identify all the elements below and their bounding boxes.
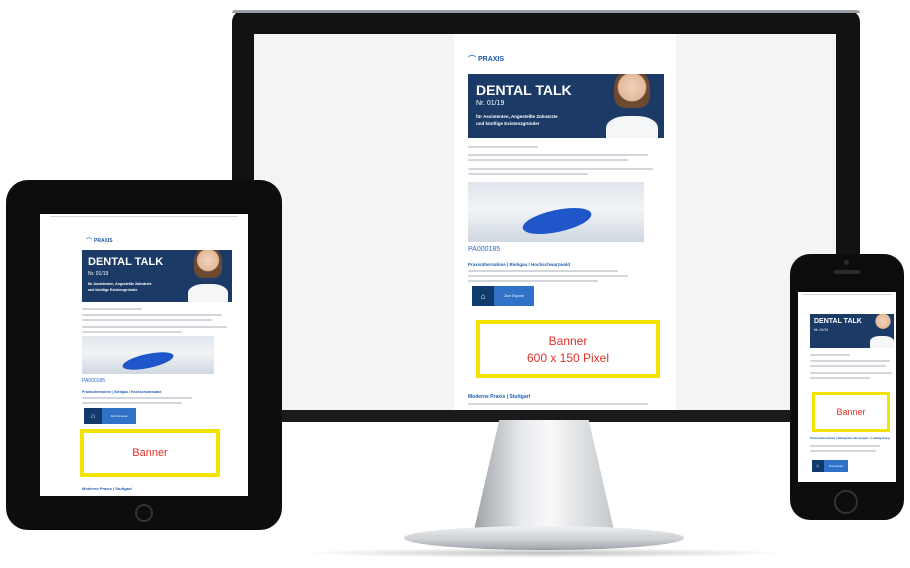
home-icon: ⌂ (84, 408, 102, 424)
monitor-banner-label: Banner (548, 333, 588, 348)
monitor-person-face (614, 74, 650, 118)
monitor-text-line (468, 403, 648, 405)
monitor-logo-text: PRAXIS (478, 56, 505, 63)
monitor-stand-base (404, 526, 684, 550)
tablet-banner[interactable]: Banner (80, 429, 220, 477)
phone-banner-label: Banner (836, 407, 866, 417)
tablet-hero-issue: Nr. 01/19 (88, 271, 109, 277)
monitor-hero-title: DENTAL TALK (476, 82, 572, 98)
tablet-hero: DENTAL TALK Nr. 01/19 für Assistenten, A… (82, 250, 232, 302)
phone-text-line (810, 377, 870, 379)
monitor-person-body (606, 116, 658, 138)
tablet-text-line (82, 319, 212, 321)
monitor-hero-tagline-2: und künftige Existenzgründer (476, 121, 540, 126)
monitor: ⌒ PRAXIS DENTAL TALK Nr. 01/19 für Assis… (232, 10, 860, 422)
tablet: ⌒ PRAXIS DENTAL TALK Nr. 01/19 für Assis… (6, 180, 282, 530)
phone-screen: DENTAL TALK Nr. 01/19 Banner Praxisübern… (798, 292, 896, 482)
home-icon: ⌂ (812, 460, 824, 472)
phone-hero: DENTAL TALK Nr. 01/19 (810, 314, 894, 348)
tablet-home-button[interactable] (135, 504, 153, 522)
tablet-text-line (82, 402, 182, 404)
phone-text-line (810, 450, 876, 452)
tablet-chair (121, 348, 175, 374)
monitor-text-line (468, 168, 653, 170)
monitor-hero-tagline-1: für Assistenten, Angestellte Zahnärzte (476, 114, 558, 119)
tablet-dental-photo (82, 336, 214, 374)
monitor-expose-button[interactable]: ⌂ Zum Exposé (472, 286, 534, 306)
tablet-listing-id[interactable]: PA000185 (82, 378, 105, 384)
monitor-hero: DENTAL TALK Nr. 01/19 für Assistenten, A… (468, 74, 664, 138)
phone-top-line (802, 294, 892, 295)
monitor-newsletter: ⌒ PRAXIS DENTAL TALK Nr. 01/19 für Assis… (454, 34, 676, 414)
tablet-text-line (82, 308, 142, 310)
monitor-text-line (468, 173, 588, 175)
phone-hero-title: DENTAL TALK (814, 318, 862, 325)
monitor-text-line (468, 270, 618, 272)
phone-text-line (810, 365, 886, 367)
monitor-text-line (468, 146, 538, 148)
tablet-expose-button[interactable]: ⌂ Zum Exposé (84, 408, 136, 424)
monitor-listing-title[interactable]: Praxisübernahme | Bietigau / Hochschwarz… (468, 262, 570, 267)
tablet-hero-title: DENTAL TALK (88, 256, 164, 268)
monitor-text-line (468, 159, 628, 161)
monitor-banner-size: 600 x 150 Pixel (526, 350, 610, 365)
tablet-listing-title[interactable]: Praxisübernahme | Bietigau / Hochschwarz… (82, 390, 161, 394)
monitor-expose-label: Zum Exposé (494, 286, 534, 306)
monitor-logo: ⌒ PRAXIS (468, 54, 504, 65)
tooth-icon: ⌒ (468, 55, 476, 64)
monitor-chair (520, 202, 594, 240)
monitor-stand-neck (474, 420, 614, 530)
tablet-person-face (194, 250, 222, 284)
phone-text-line (810, 445, 880, 447)
phone-speaker (834, 270, 860, 274)
monitor-listing-id[interactable]: PA000185 (468, 246, 500, 253)
tablet-next-title[interactable]: Moderne Praxis | Stuttgart (82, 486, 132, 491)
tablet-text-line (82, 331, 182, 333)
monitor-text-line (468, 280, 598, 282)
phone-hero-issue: Nr. 01/19 (814, 328, 829, 332)
monitor-screen: ⌒ PRAXIS DENTAL TALK Nr. 01/19 für Assis… (254, 34, 836, 414)
home-icon: ⌂ (472, 286, 494, 306)
tablet-banner-label: Banner (132, 447, 168, 459)
tablet-text-line (82, 326, 227, 328)
tablet-hero-tagline-1: für Assistenten, Angestellte Zahnärzte (88, 282, 152, 286)
tablet-screen: ⌒ PRAXIS DENTAL TALK Nr. 01/19 für Assis… (40, 214, 248, 496)
phone: DENTAL TALK Nr. 01/19 Banner Praxisübern… (790, 254, 904, 520)
phone-listing-title[interactable]: Praxisübernahme | Bietigheim-Bissingen /… (810, 436, 890, 440)
phone-camera (844, 260, 849, 265)
phone-text-line (810, 360, 890, 362)
monitor-text-line (468, 154, 648, 156)
tablet-logo: ⌒ PRAXIS (86, 236, 113, 246)
phone-text-line (810, 372, 892, 374)
monitor-text-line (468, 275, 628, 277)
phone-expose-label: Zum Exposé (824, 460, 848, 472)
phone-banner[interactable]: Banner (812, 392, 890, 432)
tablet-expose-label: Zum Exposé (102, 408, 136, 424)
phone-home-button[interactable] (834, 490, 858, 514)
tablet-text-line (82, 397, 192, 399)
monitor-hero-issue: Nr. 01/19 (476, 100, 505, 107)
tablet-top-line (50, 216, 238, 217)
tablet-logo-text: PRAXIS (94, 237, 113, 244)
phone-expose-button[interactable]: ⌂ Zum Exposé (812, 460, 848, 472)
phone-text-line (810, 354, 850, 356)
monitor-silver-edge (232, 10, 860, 13)
phone-person-face (874, 314, 892, 338)
monitor-shadow (300, 548, 790, 558)
tablet-text-line (82, 314, 222, 316)
monitor-next-title[interactable]: Moderne Praxis | Stuttgart (468, 394, 530, 400)
tablet-person-body (188, 284, 228, 302)
monitor-banner[interactable]: Banner 600 x 150 Pixel (476, 320, 660, 378)
monitor-dental-photo (468, 182, 644, 242)
tablet-hero-tagline-2: und künftige Existenzgründer (88, 288, 138, 292)
tooth-icon: ⌒ (86, 239, 93, 245)
